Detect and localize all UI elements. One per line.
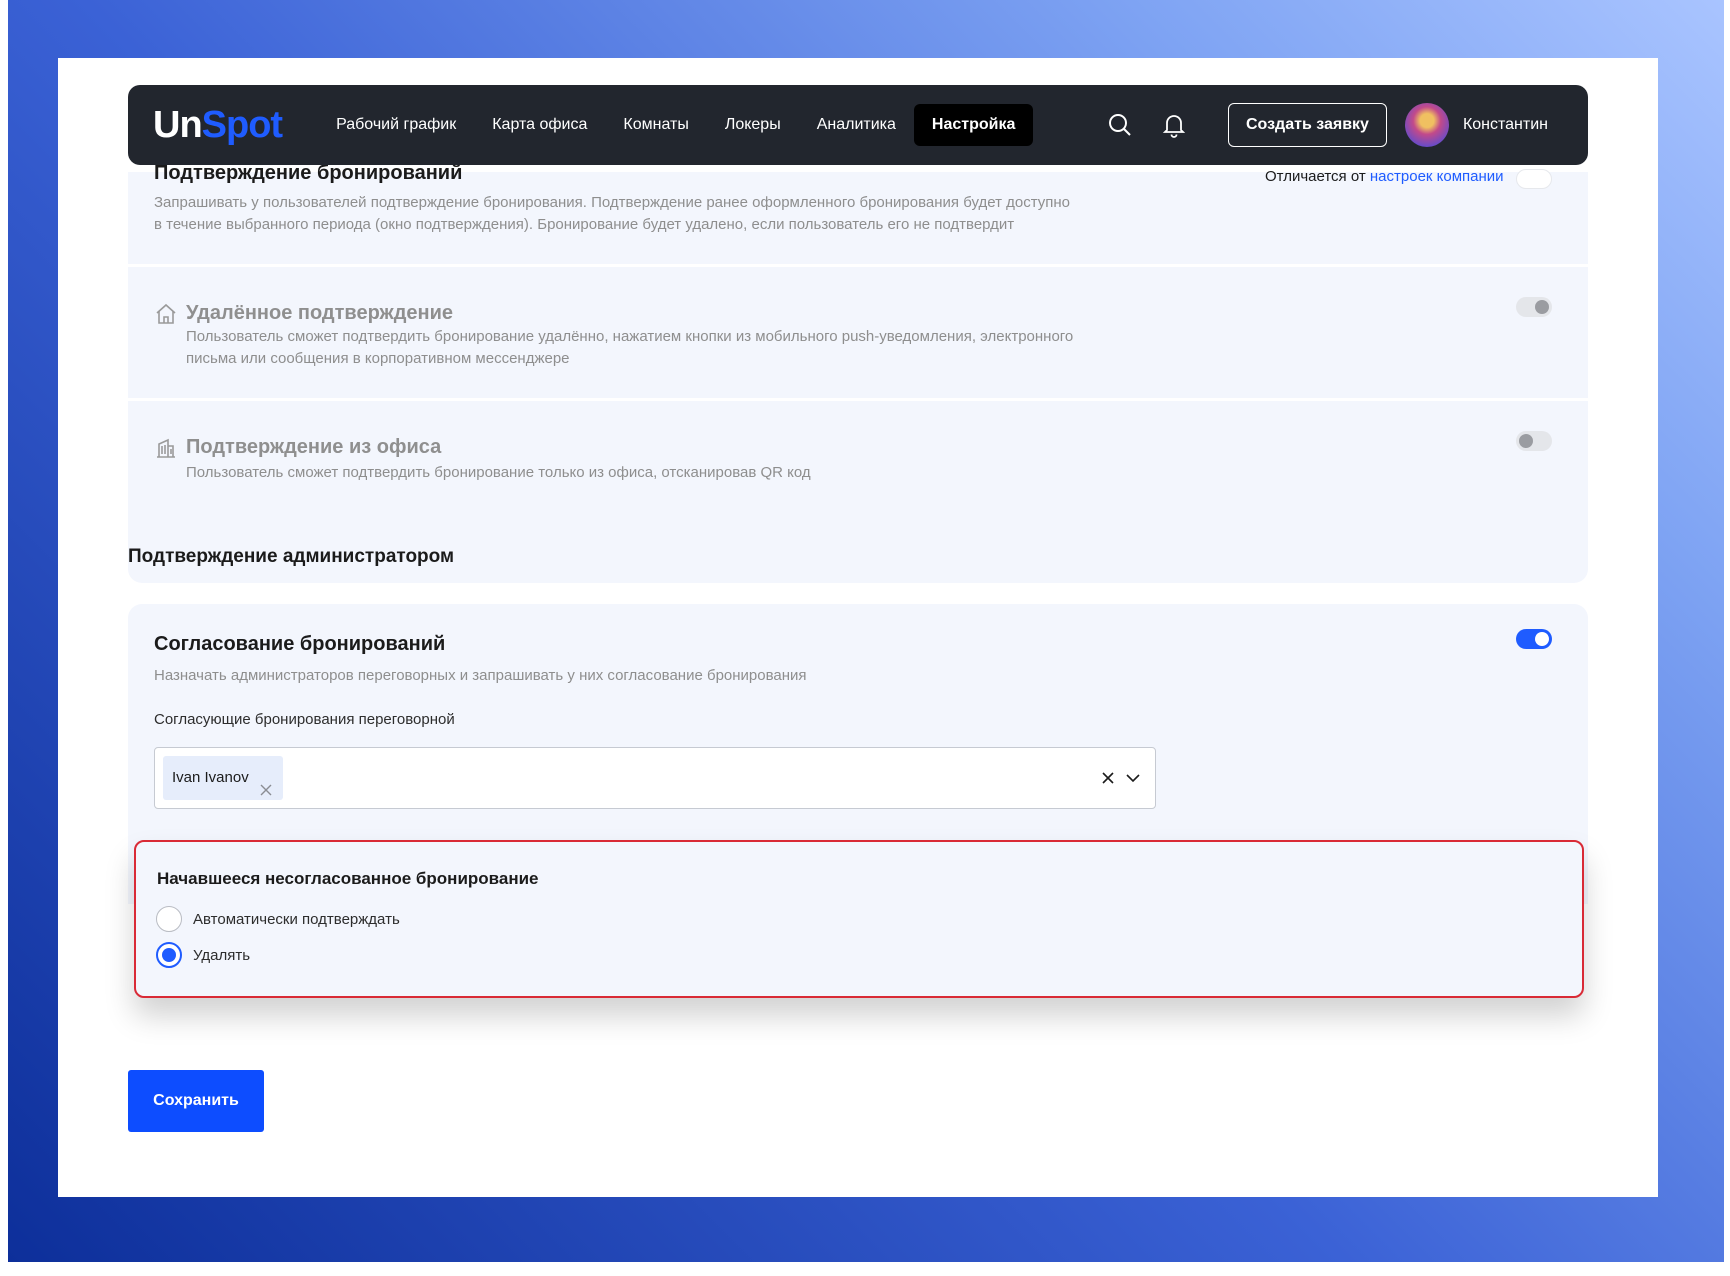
chevron-down-icon[interactable] bbox=[1125, 771, 1141, 785]
radio-delete[interactable] bbox=[156, 942, 182, 968]
save-button[interactable]: Сохранить bbox=[128, 1070, 264, 1132]
remote-confirmation-description: Пользователь сможет подтвердить брониров… bbox=[186, 328, 1074, 367]
bell-icon[interactable] bbox=[1160, 111, 1188, 139]
office-confirmation-toggle[interactable] bbox=[1516, 431, 1552, 451]
booking-confirmation-title: Подтверждение бронирований bbox=[154, 162, 463, 184]
option-delete-label: Удалять bbox=[193, 946, 251, 964]
nav-lockers[interactable]: Локеры bbox=[725, 116, 781, 134]
top-navbar: UnSpot Рабочий график Карта офиса Комнат… bbox=[128, 85, 1588, 165]
app-page: Подтверждение бронирований Запрашивать у… bbox=[58, 58, 1658, 1197]
nav-office-map[interactable]: Карта офиса bbox=[492, 116, 587, 134]
create-request-button[interactable]: Создать заявку bbox=[1227, 103, 1387, 147]
remote-confirmation-title: Удалённое подтверждение bbox=[186, 302, 454, 324]
company-settings-link[interactable]: настроек компании bbox=[1370, 168, 1504, 185]
nav-work-schedule[interactable]: Рабочий график bbox=[336, 116, 456, 134]
option-auto-confirm[interactable]: Автоматически подтверждать bbox=[156, 906, 400, 932]
approvers-label: Согласующие бронирования переговорной bbox=[154, 711, 455, 728]
office-confirmation-description: Пользователь сможет подтвердить брониров… bbox=[186, 464, 811, 481]
confirmation-card: Подтверждение бронирований Запрашивать у… bbox=[128, 162, 1588, 583]
divider bbox=[128, 398, 1588, 401]
nav-analytics[interactable]: Аналитика bbox=[817, 116, 896, 134]
remove-chip-icon[interactable] bbox=[259, 771, 273, 796]
nav-settings[interactable]: Настройка bbox=[913, 104, 1034, 146]
approvers-select[interactable]: Ivan Ivanov bbox=[154, 747, 1156, 809]
nav-rooms[interactable]: Комнаты bbox=[623, 116, 688, 134]
unapproved-booking-panel: Начавшееся несогласованное бронирование … bbox=[134, 840, 1584, 998]
option-auto-confirm-label: Автоматически подтверждать bbox=[193, 910, 400, 928]
logo[interactable]: UnSpot bbox=[153, 104, 283, 147]
avatar[interactable] bbox=[1404, 103, 1449, 147]
divider bbox=[128, 264, 1588, 267]
option-delete[interactable]: Удалять bbox=[156, 942, 250, 968]
main-nav: Рабочий график Карта офиса Комнаты Локер… bbox=[336, 104, 1069, 146]
unapproved-booking-title: Начавшееся несогласованное бронирование bbox=[157, 869, 539, 888]
building-icon bbox=[154, 436, 178, 460]
approver-chip: Ivan Ivanov bbox=[163, 756, 283, 800]
approver-chip-label: Ivan Ivanov bbox=[172, 769, 249, 786]
approval-toggle[interactable] bbox=[1516, 629, 1552, 649]
booking-confirmation-description: Запрашивать у пользователей подтверждени… bbox=[154, 194, 1070, 233]
user-name[interactable]: Константин bbox=[1463, 116, 1548, 134]
clear-icon[interactable] bbox=[1101, 771, 1115, 785]
office-confirmation-title: Подтверждение из офиса bbox=[186, 436, 442, 458]
approval-title: Согласование бронирований bbox=[154, 633, 446, 655]
search-icon[interactable] bbox=[1106, 111, 1134, 139]
radio-auto-confirm[interactable] bbox=[156, 906, 182, 932]
differs-note: Отличается от настроек компании bbox=[1265, 168, 1504, 185]
remote-confirmation-toggle[interactable] bbox=[1516, 297, 1552, 317]
admin-section-title: Подтверждение администратором bbox=[128, 546, 455, 567]
approval-description: Назначать администраторов переговорных и… bbox=[154, 667, 807, 684]
home-icon bbox=[154, 302, 178, 326]
booking-confirmation-toggle[interactable] bbox=[1516, 169, 1552, 189]
